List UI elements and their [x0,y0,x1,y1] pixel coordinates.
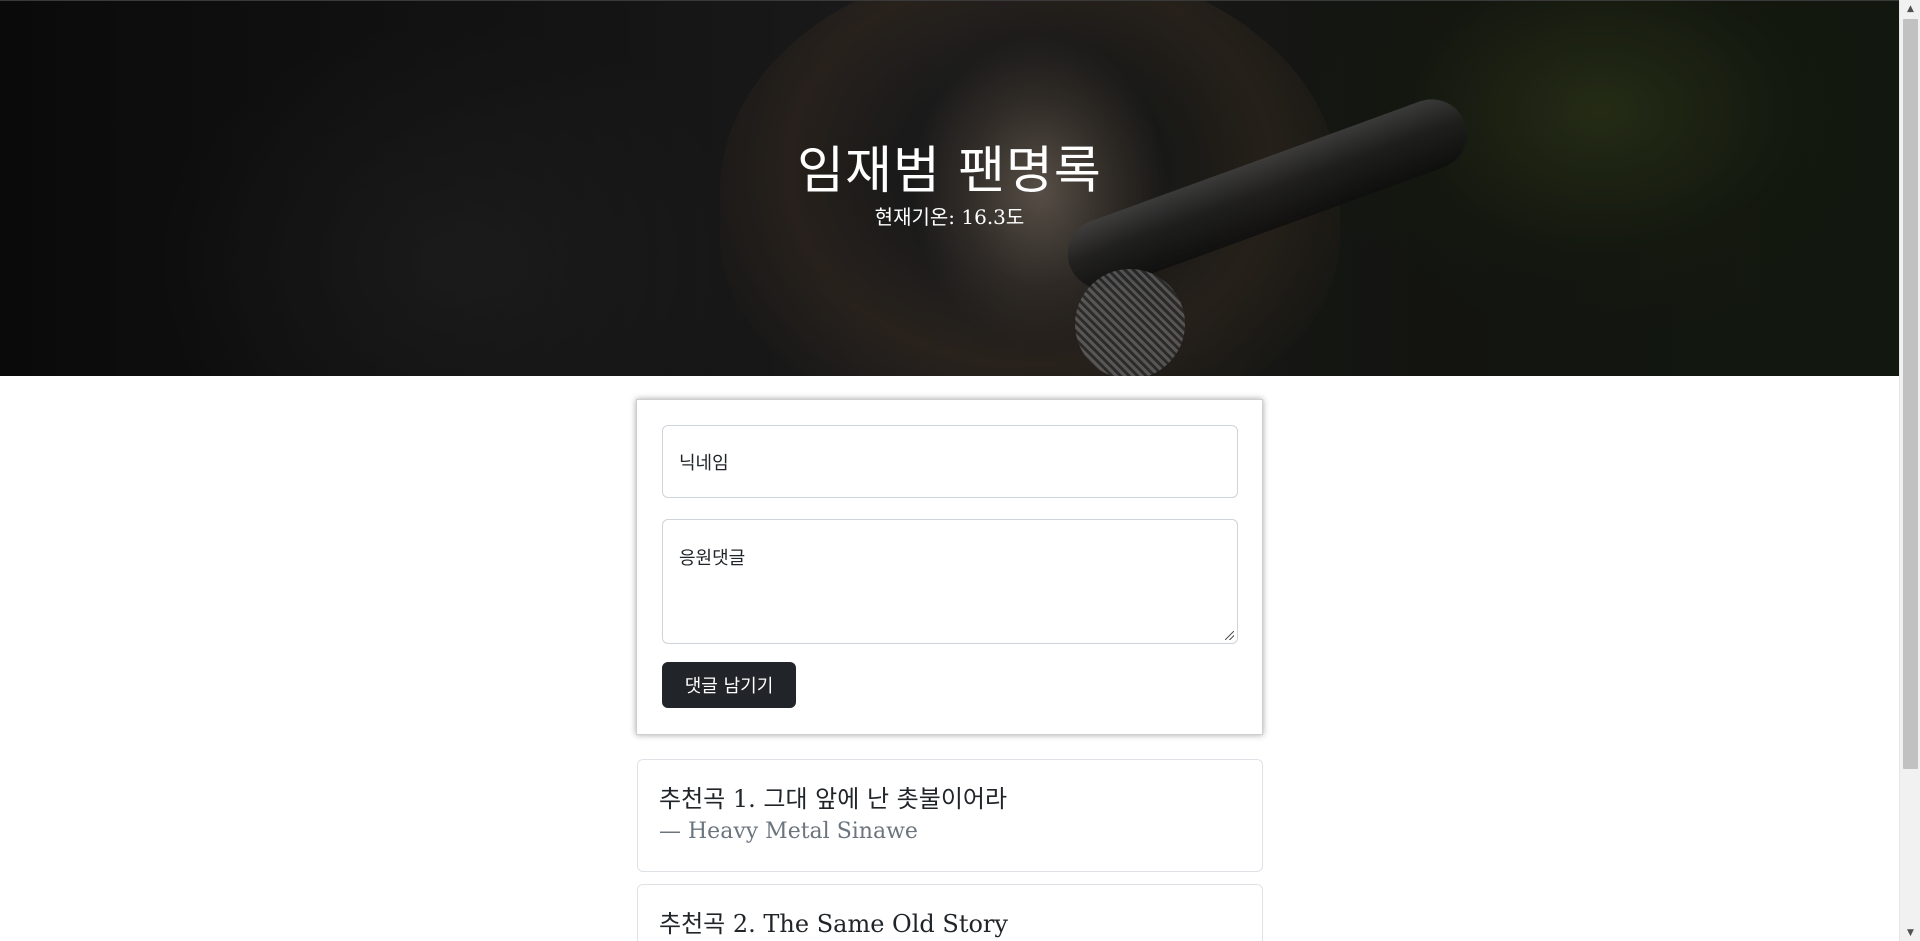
hero-banner: 임재범 팬명록 현재기온: 16.3도 [0,0,1899,376]
submit-comment-button[interactable]: 댓글 남기기 [662,662,796,708]
vertical-scrollbar[interactable]: ▲ ▼ [1899,0,1920,941]
comment-form-card: 닉네임 응원댓글 댓글 남기기 [636,399,1263,735]
scrollbar-thumb[interactable] [1903,19,1918,769]
scroll-up-arrow-icon[interactable]: ▲ [1900,0,1920,17]
song-title: 추천곡 2. The Same Old Story [659,910,1008,938]
page: 임재범 팬명록 현재기온: 16.3도 닉네임 응원댓글 댓글 남기기 추천곡 … [0,0,1899,941]
song-card: 추천곡 2. The Same Old Story [637,884,1263,941]
page-title: 임재범 팬명록 [797,142,1102,201]
song-title: 추천곡 1. 그대 앞에 난 촛불이어라 [659,785,1008,813]
comment-textarea[interactable]: 응원댓글 [662,519,1238,644]
comment-placeholder: 응원댓글 [679,548,746,569]
scroll-down-arrow-icon[interactable]: ▼ [1900,924,1920,941]
song-card: 추천곡 1. 그대 앞에 난 촛불이어라 — Heavy Metal Sinaw… [637,759,1263,872]
nickname-input[interactable]: 닉네임 [662,425,1238,498]
song-artist: — Heavy Metal Sinawe [659,819,918,844]
temperature-text: 현재기온: 16.3도 [874,205,1025,229]
nickname-placeholder: 닉네임 [679,452,729,474]
resize-grip-icon[interactable] [1225,631,1234,640]
